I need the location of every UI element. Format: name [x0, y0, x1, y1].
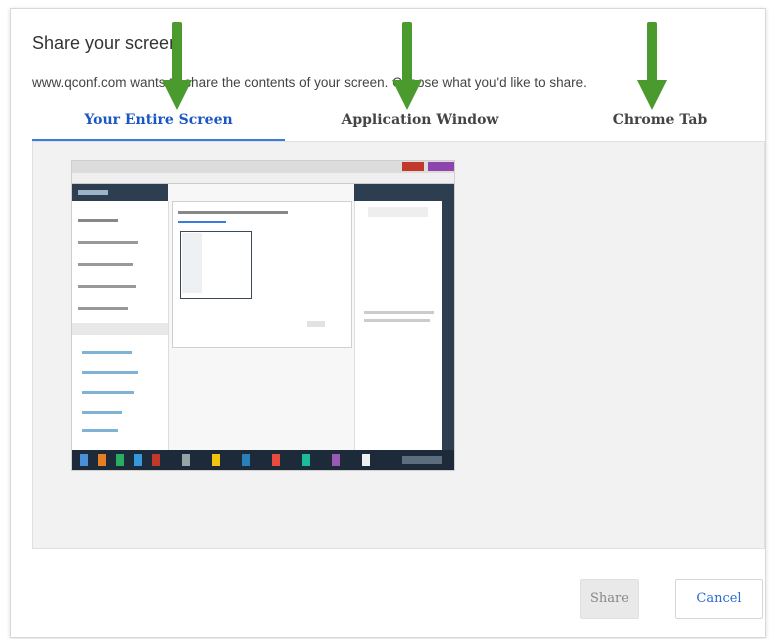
arrow-down-icon — [637, 22, 667, 110]
dialog-title: Share your screen — [32, 33, 180, 53]
dialog-subtitle: www.qconf.com wants to share the content… — [32, 75, 587, 90]
screen-thumbnail[interactable] — [71, 160, 455, 471]
arrow-down-icon — [162, 22, 192, 110]
arrow-down-icon — [392, 22, 422, 110]
source-tabs: Your Entire Screen Application Window Ch… — [32, 109, 765, 142]
share-button[interactable]: Share — [580, 579, 639, 619]
tab-application-window[interactable]: Application Window — [285, 109, 555, 139]
thumb-tabstrip — [72, 161, 454, 173]
tab-chrome-tab[interactable]: Chrome Tab — [555, 109, 765, 139]
thumb-taskbar — [72, 450, 454, 470]
cancel-button[interactable]: Cancel — [675, 579, 763, 619]
source-preview-panel — [32, 142, 765, 549]
tab-entire-screen[interactable]: Your Entire Screen — [32, 109, 285, 141]
thumb-addressbar — [72, 173, 454, 184]
thumb-right-panel — [354, 184, 454, 450]
